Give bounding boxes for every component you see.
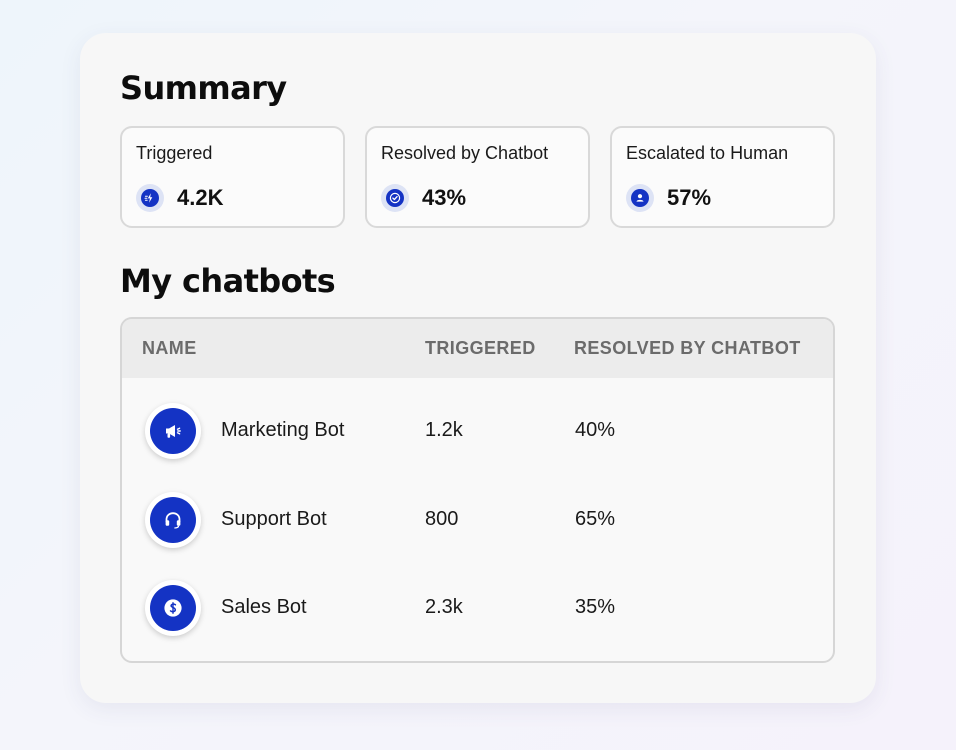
table-row-sales-bot[interactable]: Sales Bot 2.3k 35% — [122, 564, 833, 652]
stat-label: Triggered — [136, 143, 213, 163]
check-circle-icon — [381, 184, 409, 212]
bot-name: Sales Bot — [221, 596, 307, 618]
bot-resolved: 40% — [575, 419, 616, 441]
megaphone-icon — [145, 403, 201, 459]
column-header-resolved[interactable]: RESOLVED BY CHATBOT — [574, 338, 801, 359]
stat-card-resolved[interactable]: Resolved by Chatbot 43% — [365, 126, 590, 228]
column-header-triggered[interactable]: TRIGGERED — [425, 338, 536, 359]
column-header-name[interactable]: NAME — [142, 338, 197, 359]
table-row-marketing-bot[interactable]: Marketing Bot 1.2k 40% — [122, 387, 833, 475]
bot-name: Marketing Bot — [221, 419, 345, 441]
chatbots-table: NAME TRIGGERED RESOLVED BY CHATBOT Marke… — [120, 317, 835, 663]
stat-value: 4.2K — [177, 185, 224, 210]
table-row-support-bot[interactable]: Support Bot 800 65% — [122, 476, 833, 564]
bot-resolved: 65% — [575, 508, 616, 530]
stat-label: Resolved by Chatbot — [381, 143, 549, 163]
user-icon — [626, 184, 654, 212]
bot-resolved: 35% — [575, 596, 616, 618]
bot-triggered: 1.2k — [425, 419, 463, 441]
table-header: NAME TRIGGERED RESOLVED BY CHATBOT — [122, 319, 833, 378]
summary-title: Summary — [120, 69, 287, 107]
dollar-icon — [145, 580, 201, 636]
chatbots-title: My chatbots — [120, 262, 336, 300]
headset-icon — [145, 492, 201, 548]
stat-label: Escalated to Human — [626, 143, 789, 163]
dashboard-card: Summary Triggered 4.2K Resolved by Chatb… — [80, 33, 876, 703]
bot-triggered: 2.3k — [425, 596, 463, 618]
stat-value: 57% — [667, 185, 712, 210]
summary-stats: Triggered 4.2K Resolved by Chatbot 43% E… — [120, 126, 835, 228]
lightning-icon — [136, 184, 164, 212]
bot-name: Support Bot — [221, 508, 327, 530]
stat-value: 43% — [422, 185, 467, 210]
stat-card-triggered[interactable]: Triggered 4.2K — [120, 126, 345, 228]
bot-triggered: 800 — [425, 508, 459, 530]
stat-card-escalated[interactable]: Escalated to Human 57% — [610, 126, 835, 228]
